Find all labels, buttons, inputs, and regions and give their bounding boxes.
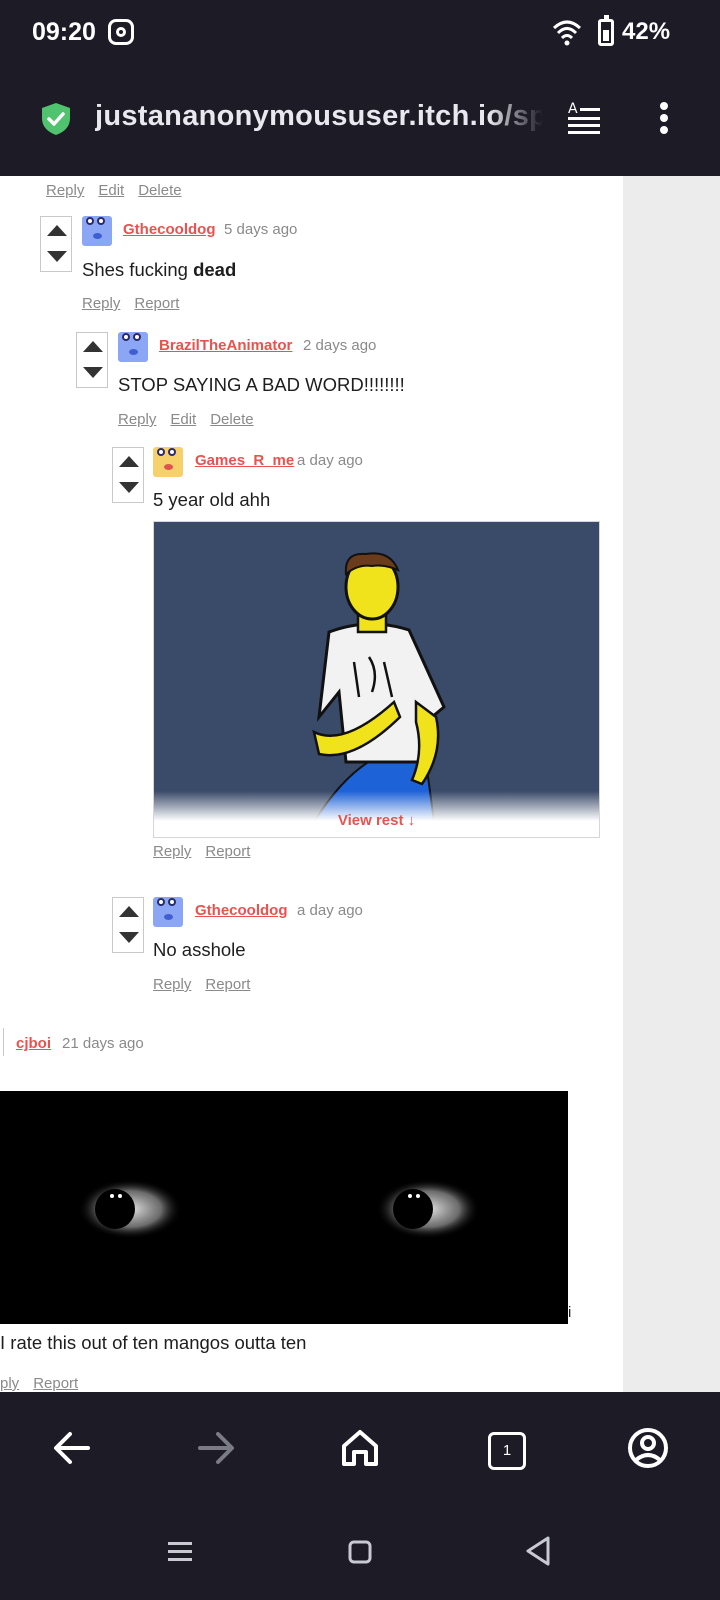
web-page[interactable]: Reply Edit Delete Gthecooldog 5 days ago S… (0, 176, 720, 1392)
comment-author[interactable]: cjboi (16, 1035, 51, 1052)
avatar[interactable] (118, 332, 148, 362)
account-icon[interactable] (616, 1416, 680, 1480)
report-link[interactable]: Report (134, 295, 179, 312)
avatar[interactable] (82, 216, 112, 246)
address-bar[interactable]: justananonymoususer.itch.io/spruu A (0, 64, 720, 176)
reply-link[interactable]: Reply (153, 976, 191, 993)
page-sidebar-gutter (623, 176, 720, 1392)
comment-body: I rate this out of ten mangos outta ten (0, 1332, 307, 1353)
report-link[interactable]: Report (205, 843, 250, 860)
battery-icon (598, 15, 614, 46)
edit-link[interactable]: Edit (98, 182, 124, 199)
recents-icon[interactable] (164, 1536, 196, 1568)
shield-icon[interactable] (40, 102, 72, 136)
tabs-count: 1 (488, 1432, 526, 1470)
comment-actions: Reply Report (82, 295, 193, 312)
comment-body: No asshole (153, 939, 246, 960)
home-nav-icon[interactable] (344, 1536, 376, 1568)
more-vert-icon[interactable] (652, 100, 676, 136)
reply-link[interactable]: Reply (82, 295, 120, 312)
vote-widget (112, 447, 144, 503)
comment-actions: Reply Report (153, 843, 264, 860)
browser-toolbar: 1 (0, 1392, 720, 1504)
upvote-button[interactable] (47, 225, 67, 236)
delete-link[interactable]: Delete (138, 182, 181, 199)
comment-time[interactable]: 21 days ago (62, 1035, 144, 1052)
comment-author[interactable]: Gthecooldog (123, 221, 216, 238)
image-trailing-text: i (568, 1304, 572, 1321)
forward-icon[interactable] (184, 1416, 248, 1480)
comment-actions: Reply Report (153, 976, 264, 993)
downvote-button[interactable] (47, 251, 67, 262)
vote-widget (112, 897, 144, 953)
comment-actions: Reply Edit Delete (46, 182, 196, 199)
home-icon[interactable] (328, 1416, 392, 1480)
dancing-character-gif[interactable]: View rest ↓ (153, 521, 600, 838)
vote-widget (76, 332, 108, 388)
vote-widget (40, 216, 72, 272)
comment-time[interactable]: a day ago (297, 902, 363, 919)
comment-time[interactable]: 5 days ago (224, 221, 297, 238)
comment-actions: ply Report (0, 1375, 92, 1392)
delete-link[interactable]: Delete (210, 411, 253, 428)
comment-time[interactable]: a day ago (297, 452, 363, 469)
vote-widget-edge (0, 1028, 4, 1056)
reply-link[interactable]: Reply (118, 411, 156, 428)
comment-author[interactable]: Gthecooldog (195, 902, 288, 919)
comment-body: 5 year old ahh (153, 489, 271, 510)
comment-author[interactable]: Games_R_me (195, 452, 294, 469)
system-navigation-bar (0, 1504, 720, 1600)
glowing-eyes-image[interactable] (0, 1091, 568, 1324)
downvote-button[interactable] (83, 367, 103, 378)
downvote-button[interactable] (119, 932, 139, 943)
wifi-icon (552, 20, 582, 46)
svg-text:A: A (568, 101, 578, 117)
status-bar: 09:20 42% (0, 0, 720, 64)
avatar[interactable] (153, 897, 183, 927)
comment-actions: Reply Edit Delete (118, 411, 268, 428)
upvote-button[interactable] (119, 906, 139, 917)
report-link[interactable]: Report (33, 1375, 78, 1392)
comment-time[interactable]: 2 days ago (303, 337, 376, 354)
tabs-icon[interactable]: 1 (472, 1416, 536, 1480)
upvote-button[interactable] (83, 341, 103, 352)
avatar[interactable] (153, 447, 183, 477)
status-time: 09:20 (32, 18, 96, 46)
report-link[interactable]: Report (205, 976, 250, 993)
reply-link[interactable]: Reply (46, 182, 84, 199)
edit-link[interactable]: Edit (170, 411, 196, 428)
reader-view-icon[interactable]: A (566, 100, 602, 136)
reply-link[interactable]: ply (0, 1375, 19, 1392)
back-nav-icon[interactable] (522, 1534, 554, 1568)
reply-link[interactable]: Reply (153, 843, 191, 860)
eyes-illustration (78, 1179, 480, 1239)
back-icon[interactable] (40, 1416, 104, 1480)
comment-author[interactable]: BrazilTheAnimator (159, 337, 292, 354)
view-rest-link[interactable]: View rest ↓ (154, 812, 599, 829)
comment-body: STOP SAYING A BAD WORD!!!!!!!! (118, 374, 405, 395)
downvote-button[interactable] (119, 482, 139, 493)
upvote-button[interactable] (119, 456, 139, 467)
battery-percent: 42% (622, 18, 671, 45)
instagram-notification-icon (108, 19, 134, 45)
comment-body: Shes fucking dead (82, 259, 237, 280)
url-text[interactable]: justananonymoususer.itch.io/spruu (95, 100, 543, 133)
